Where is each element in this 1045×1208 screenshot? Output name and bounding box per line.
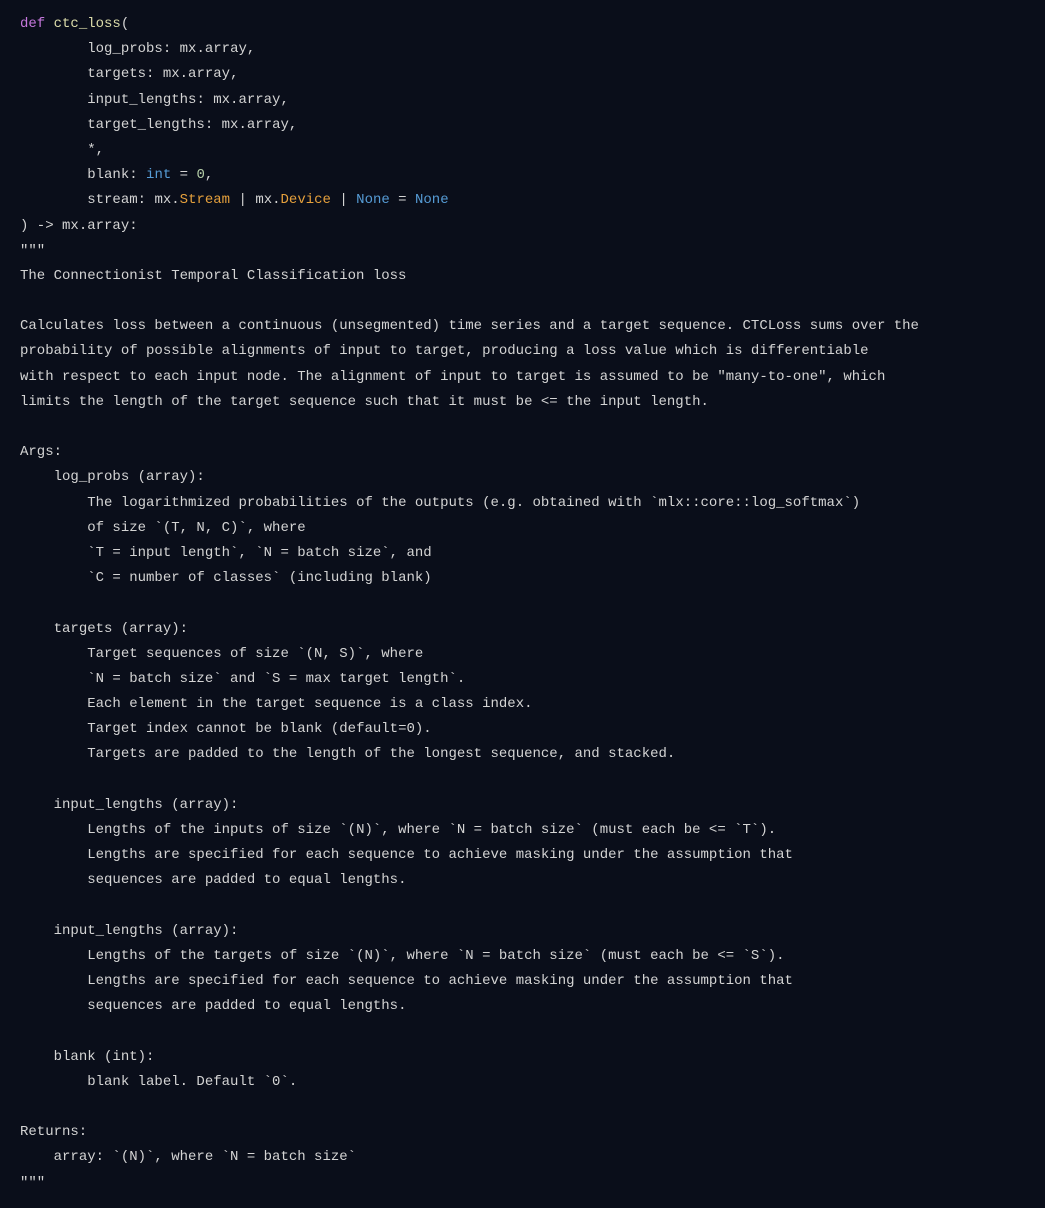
arg-desc: `T = input length`, `N = batch size`, an… — [20, 541, 1025, 566]
docstring-desc: probability of possible alignments of in… — [20, 339, 1025, 364]
blank-line — [20, 591, 1025, 616]
arg-name: input_lengths (array): — [20, 793, 1025, 818]
arg-desc: `C = number of classes` (including blank… — [20, 566, 1025, 591]
return-type: mx.array — [62, 218, 129, 234]
blank-line — [20, 1020, 1025, 1045]
blank-line — [20, 415, 1025, 440]
param-blank: blank — [87, 167, 129, 183]
kwonly-star: * — [87, 142, 95, 158]
param-log-probs: log_probs — [87, 41, 163, 57]
arg-name: blank (int): — [20, 1045, 1025, 1070]
docstring-title: The Connectionist Temporal Classificatio… — [20, 264, 1025, 289]
arg-desc: Target index cannot be blank (default=0)… — [20, 717, 1025, 742]
arg-desc: The logarithmized probabilities of the o… — [20, 491, 1025, 516]
param-line: stream: mx.Stream | mx.Device | None = N… — [20, 188, 1025, 213]
param-input-lengths: input_lengths — [87, 92, 196, 108]
open-paren: ( — [121, 16, 129, 32]
arg-desc: Lengths are specified for each sequence … — [20, 843, 1025, 868]
signature-line-def: def ctc_loss( — [20, 12, 1025, 37]
arg-desc: Lengths are specified for each sequence … — [20, 969, 1025, 994]
param-line: blank: int = 0, — [20, 163, 1025, 188]
function-name: ctc_loss — [54, 16, 121, 32]
arg-desc: blank label. Default `0`. — [20, 1070, 1025, 1095]
default-none: None — [415, 192, 449, 208]
signature-close-line: ) -> mx.array: — [20, 214, 1025, 239]
param-type: mx.array — [163, 66, 230, 82]
arg-desc: Targets are padded to the length of the … — [20, 742, 1025, 767]
param-line: log_probs: mx.array, — [20, 37, 1025, 62]
param-type: int — [146, 167, 171, 183]
docstring-desc: Calculates loss between a continuous (un… — [20, 314, 1025, 339]
arg-desc: Each element in the target sequence is a… — [20, 692, 1025, 717]
param-line: targets: mx.array, — [20, 62, 1025, 87]
param-targets: targets — [87, 66, 146, 82]
returns-desc: array: `(N)`, where `N = batch size` — [20, 1145, 1025, 1170]
param-type: mx.array — [213, 92, 280, 108]
arg-name: targets (array): — [20, 617, 1025, 642]
arg-name: input_lengths (array): — [20, 919, 1025, 944]
param-stream: stream — [87, 192, 137, 208]
docstring-desc: with respect to each input node. The ali… — [20, 365, 1025, 390]
blank-line — [20, 289, 1025, 314]
default-value: 0 — [196, 167, 204, 183]
arg-desc: Lengths of the inputs of size `(N)`, whe… — [20, 818, 1025, 843]
returns-header: Returns: — [20, 1120, 1025, 1145]
blank-line — [20, 894, 1025, 919]
arg-desc: sequences are padded to equal lengths. — [20, 994, 1025, 1019]
blank-line — [20, 768, 1025, 793]
type-none: None — [356, 192, 390, 208]
param-type: mx.array — [180, 41, 247, 57]
code-block: def ctc_loss( log_probs: mx.array, targe… — [20, 12, 1025, 1196]
param-target-lengths: target_lengths — [87, 117, 205, 133]
docstring-close: """ — [20, 1171, 1025, 1196]
def-keyword: def — [20, 16, 45, 32]
param-line: input_lengths: mx.array, — [20, 88, 1025, 113]
docstring-open: """ — [20, 239, 1025, 264]
param-type: mx.array — [222, 117, 289, 133]
type-stream: Stream — [180, 192, 230, 208]
blank-line — [20, 1095, 1025, 1120]
args-header: Args: — [20, 440, 1025, 465]
param-line: target_lengths: mx.array, — [20, 113, 1025, 138]
type-device: Device — [281, 192, 331, 208]
arg-desc: sequences are padded to equal lengths. — [20, 868, 1025, 893]
arg-desc: of size `(T, N, C)`, where — [20, 516, 1025, 541]
arg-desc: `N = batch size` and `S = max target len… — [20, 667, 1025, 692]
arg-desc: Lengths of the targets of size `(N)`, wh… — [20, 944, 1025, 969]
param-line: *, — [20, 138, 1025, 163]
arg-name: log_probs (array): — [20, 465, 1025, 490]
docstring-desc: limits the length of the target sequence… — [20, 390, 1025, 415]
arg-desc: Target sequences of size `(N, S)`, where — [20, 642, 1025, 667]
